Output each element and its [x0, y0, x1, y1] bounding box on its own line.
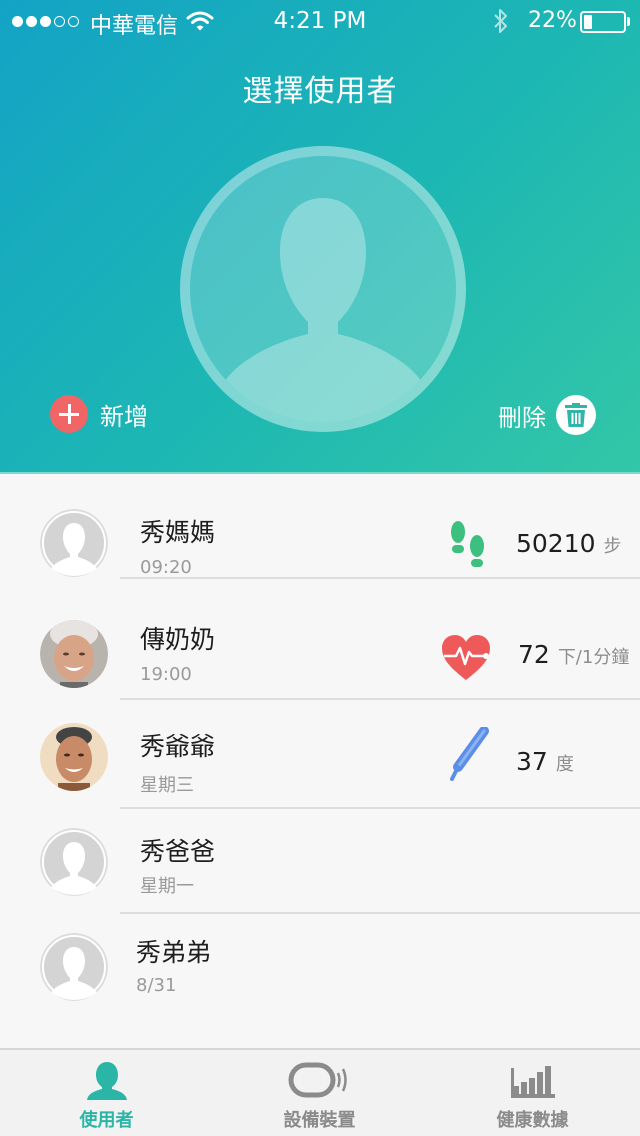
footprints-icon: [448, 519, 488, 575]
tab-users-label: 使用者: [79, 1110, 134, 1131]
user-name: 傳奶奶: [140, 625, 216, 654]
user-last-update: 8/31: [136, 975, 177, 996]
header: 中華電信 4:21 PM 22% 選擇使用者 新增 刪除: [0, 0, 640, 474]
row-divider: [120, 807, 640, 809]
avatar-photo-grandpa: [40, 723, 108, 791]
tab-health-data[interactable]: 健康數據: [426, 1050, 639, 1136]
delete-user-label: 刪除: [498, 403, 546, 432]
row-divider: [120, 577, 640, 579]
step-count: 50210 步: [516, 529, 622, 558]
user-last-update: 星期一: [140, 876, 194, 897]
add-user-button[interactable]: 新增: [50, 395, 148, 433]
user-last-update: 星期三: [140, 775, 194, 796]
user-last-update: 09:20: [140, 557, 192, 578]
temperature-unit: 度: [555, 754, 574, 775]
tab-health-data-label: 健康數據: [496, 1110, 569, 1131]
heart-rate-unit: 下/1分鐘: [557, 647, 630, 668]
step-count-value: 50210: [516, 529, 596, 558]
body-temperature: 37 度: [516, 747, 574, 776]
person-silhouette-icon: [224, 198, 422, 422]
user-name: 秀媽媽: [140, 518, 216, 547]
delete-user-button[interactable]: 刪除: [498, 395, 596, 435]
tab-bar: 使用者 設備裝置 健康數據: [0, 1048, 640, 1136]
bar-chart-icon: [426, 1060, 639, 1100]
user-row[interactable]: 傳奶奶 19:00 72 下/1分鐘: [0, 596, 640, 700]
avatar-photo-grandma: [40, 620, 108, 688]
avatar-placeholder-icon: [40, 933, 108, 1001]
bluetooth-icon: [492, 8, 510, 40]
plus-icon: [50, 395, 88, 433]
user-last-update: 19:00: [140, 664, 192, 685]
user-name: 秀弟弟: [136, 938, 212, 967]
heart-rate: 72 下/1分鐘: [518, 640, 629, 669]
user-name: 秀爸爸: [140, 837, 216, 866]
thermometer-icon: [446, 726, 490, 787]
avatar-placeholder-icon: [40, 828, 108, 896]
battery-tip: [627, 17, 630, 26]
battery-icon: [580, 11, 626, 33]
step-unit: 步: [603, 536, 622, 557]
user-name: 秀爺爺: [140, 732, 216, 761]
page-title: 選擇使用者: [242, 74, 398, 109]
selected-user-avatar[interactable]: [180, 146, 466, 432]
add-user-label: 新增: [100, 402, 148, 431]
tab-users[interactable]: 使用者: [0, 1050, 213, 1136]
user-row[interactable]: 秀爸爸 星期一: [0, 810, 640, 914]
user-row[interactable]: 秀媽媽 09:20 50210 步: [0, 475, 640, 579]
user-row[interactable]: 秀爺爺 星期三 37 度: [0, 705, 640, 809]
user-icon: [0, 1060, 213, 1100]
trash-icon: [556, 395, 596, 435]
row-divider: [120, 912, 640, 914]
device-icon: [213, 1060, 426, 1100]
avatar-placeholder-icon: [40, 509, 108, 577]
battery-percent: 22%: [528, 8, 577, 33]
row-divider: [120, 698, 640, 700]
header-divider: [0, 472, 640, 474]
user-row[interactable]: 秀弟弟 8/31: [0, 915, 640, 1025]
heart-rate-value: 72: [518, 640, 550, 669]
tab-devices[interactable]: 設備裝置: [213, 1050, 426, 1136]
tab-devices-label: 設備裝置: [283, 1110, 356, 1131]
status-bar: 中華電信 4:21 PM 22%: [0, 0, 640, 40]
body-temperature-value: 37: [516, 747, 548, 776]
heart-rate-icon: [440, 634, 492, 686]
